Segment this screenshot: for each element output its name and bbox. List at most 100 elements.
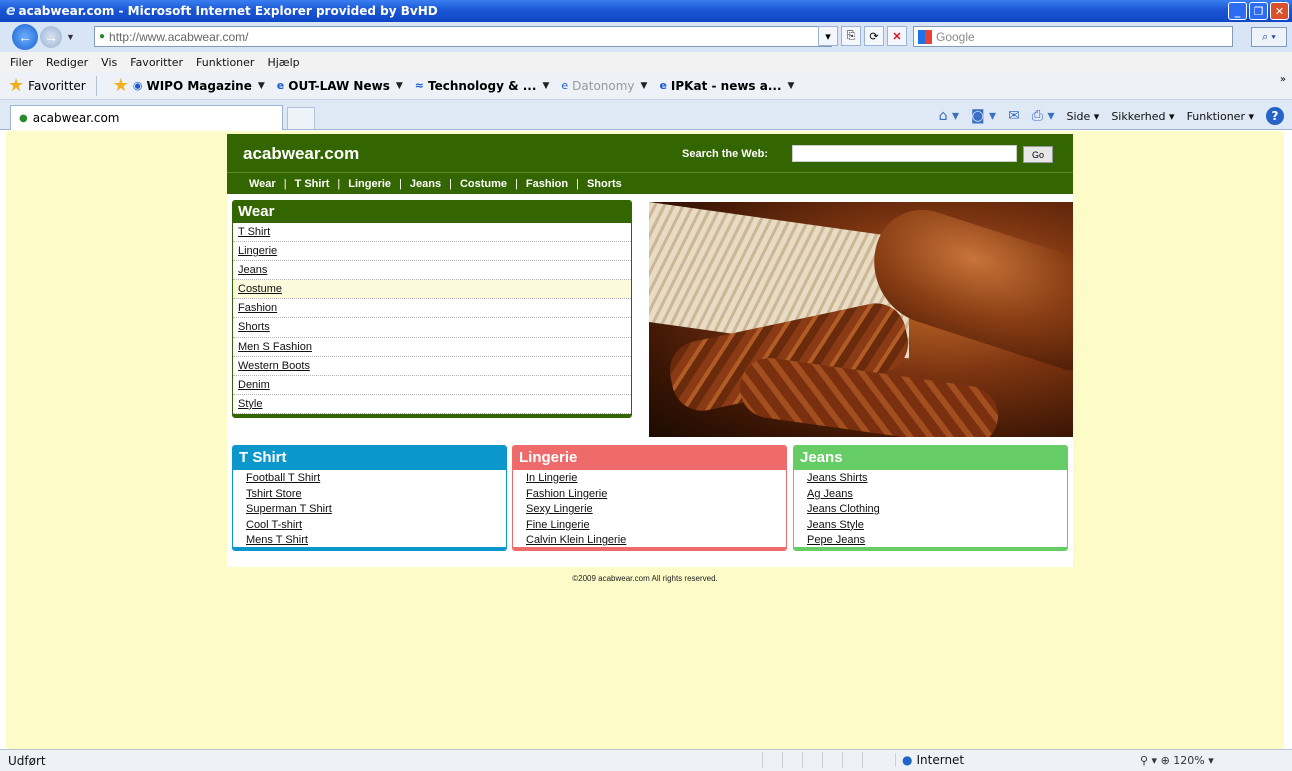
forward-button[interactable]: → bbox=[40, 26, 62, 48]
wear-link[interactable]: Western Boots bbox=[238, 360, 310, 372]
menu-tools[interactable]: Funktioner bbox=[196, 56, 254, 69]
chevron-more-icon[interactable]: » bbox=[1280, 74, 1286, 85]
list-item: Men S Fashion bbox=[233, 338, 631, 357]
mail-icon[interactable]: ✉ bbox=[1008, 108, 1020, 124]
lingerie-link[interactable]: Calvin Klein Lingerie bbox=[526, 534, 626, 546]
nav-lingerie[interactable]: Lingerie bbox=[348, 178, 391, 190]
jeans-link[interactable]: Jeans Clothing bbox=[807, 503, 880, 515]
protected-mode-icon[interactable]: ⚲ ▾ bbox=[1140, 754, 1157, 767]
help-icon[interactable]: ? bbox=[1266, 107, 1284, 125]
wear-link[interactable]: Jeans bbox=[238, 264, 267, 276]
list-item: Ag Jeans bbox=[807, 488, 1067, 504]
jeans-link[interactable]: Jeans Style bbox=[807, 519, 864, 531]
list-item: Fine Lingerie bbox=[526, 519, 786, 535]
security-zone[interactable]: ● Internet bbox=[895, 753, 964, 767]
minimize-icon[interactable]: _ bbox=[1228, 2, 1247, 20]
tab-acabwear[interactable]: ● acabwear.com bbox=[10, 105, 283, 130]
home-icon[interactable]: ⌂ ▾ bbox=[939, 108, 959, 124]
menu-file[interactable]: Filer bbox=[10, 56, 33, 69]
favorite-link[interactable]: e Datonomy ▼ bbox=[561, 79, 647, 93]
lingerie-link[interactable]: Sexy Lingerie bbox=[526, 503, 593, 515]
close-icon[interactable]: ✕ bbox=[1270, 2, 1289, 20]
command-bar: ⌂ ▾ ◙ ▾ ✉ ⎙ ▾ Side ▾ Sikkerhed ▾ Funktio… bbox=[939, 107, 1284, 125]
new-tab-button[interactable] bbox=[287, 107, 315, 129]
nav-jeans[interactable]: Jeans bbox=[410, 178, 441, 190]
zoom-control[interactable]: ⚲ ▾ ⊕ 120% ▾ bbox=[1140, 754, 1214, 767]
menu-edit[interactable]: Rediger bbox=[46, 56, 88, 69]
favorites-button[interactable]: Favoritter bbox=[28, 79, 86, 93]
list-item: Tshirt Store bbox=[246, 488, 506, 504]
nav-costume[interactable]: Costume bbox=[460, 178, 507, 190]
tshirt-link[interactable]: Cool T-shirt bbox=[246, 519, 302, 531]
dropdown-arrow-icon[interactable]: ▼ bbox=[542, 81, 549, 91]
favorite-link[interactable]: ◉ WIPO Magazine ▼ bbox=[133, 79, 265, 93]
nav-shorts[interactable]: Shorts bbox=[587, 178, 622, 190]
print-icon[interactable]: ⎙ ▾ bbox=[1032, 108, 1055, 124]
web-search-input[interactable] bbox=[792, 145, 1017, 162]
menu-help[interactable]: Hjælp bbox=[267, 56, 299, 69]
history-dropdown-icon[interactable]: ▼ bbox=[66, 32, 75, 42]
wear-link[interactable]: Men S Fashion bbox=[238, 341, 312, 353]
compatibility-icon[interactable]: ⎘ bbox=[841, 26, 861, 46]
list-item: Fashion bbox=[233, 299, 631, 319]
restore-icon[interactable]: ❐ bbox=[1249, 2, 1268, 20]
favorite-link[interactable]: ≈ Technology & ... ▼ bbox=[415, 79, 550, 93]
jeans-list: Jeans Shirts Ag Jeans Jeans Clothing Jea… bbox=[794, 470, 1067, 550]
nav-separator: | bbox=[399, 177, 402, 190]
nav-fashion[interactable]: Fashion bbox=[526, 178, 568, 190]
favorites-separator bbox=[95, 75, 97, 96]
search-box[interactable]: Google bbox=[913, 26, 1233, 47]
tools-menu-label: Funktioner bbox=[1186, 109, 1245, 123]
feeds-icon[interactable]: ◙ ▾ bbox=[971, 108, 996, 124]
favorite-link[interactable]: e IPKat - news a... ▼ bbox=[659, 79, 794, 93]
back-button[interactable]: ← bbox=[12, 24, 38, 50]
menu-favorites[interactable]: Favoritter bbox=[130, 56, 183, 69]
favorite-link[interactable]: e OUT-LAW News ▼ bbox=[277, 79, 403, 93]
tshirt-link[interactable]: Mens T Shirt bbox=[246, 534, 308, 546]
refresh-icon[interactable]: ⟳ bbox=[864, 26, 884, 46]
favorites-star-icon[interactable]: ★ bbox=[8, 75, 24, 96]
safety-menu[interactable]: Sikkerhed ▾ bbox=[1111, 110, 1174, 123]
jeans-link[interactable]: Jeans Shirts bbox=[807, 472, 868, 484]
tshirt-link[interactable]: Superman T Shirt bbox=[246, 503, 332, 515]
wear-link[interactable]: Costume bbox=[238, 283, 282, 295]
tshirt-link[interactable]: Football T Shirt bbox=[246, 472, 320, 484]
page-viewport[interactable]: acabwear.com Search the Web: Go Wear | T … bbox=[6, 131, 1284, 749]
wear-link[interactable]: T Shirt bbox=[238, 226, 270, 238]
tshirt-box: T Shirt Football T Shirt Tshirt Store Su… bbox=[232, 445, 507, 551]
lingerie-link[interactable]: Fashion Lingerie bbox=[526, 488, 607, 500]
copyright-text: ©2009 acabwear.com All rights reserved. bbox=[572, 574, 718, 583]
dropdown-arrow-icon[interactable]: ▼ bbox=[788, 81, 795, 91]
tools-menu[interactable]: Funktioner ▾ bbox=[1187, 110, 1254, 123]
jeans-link[interactable]: Pepe Jeans bbox=[807, 534, 865, 546]
menu-view[interactable]: Vis bbox=[101, 56, 117, 69]
status-cell bbox=[822, 752, 842, 768]
site-logo[interactable]: acabwear.com bbox=[243, 144, 359, 164]
lingerie-link[interactable]: Fine Lingerie bbox=[526, 519, 590, 531]
dropdown-arrow-icon[interactable]: ▼ bbox=[258, 81, 265, 91]
wear-link[interactable]: Shorts bbox=[238, 321, 270, 333]
page-menu[interactable]: Side ▾ bbox=[1066, 110, 1099, 123]
jeans-box-title: Jeans bbox=[794, 446, 1067, 470]
nav-separator: | bbox=[449, 177, 452, 190]
wear-link[interactable]: Fashion bbox=[238, 302, 277, 314]
dropdown-arrow-icon[interactable]: ▼ bbox=[396, 81, 403, 91]
search-button[interactable]: ⌕ ▾ bbox=[1251, 27, 1287, 47]
add-favorite-icon[interactable]: ★ bbox=[113, 75, 129, 96]
address-dropdown-icon[interactable]: ▾ bbox=[818, 26, 838, 46]
wear-link[interactable]: Denim bbox=[238, 379, 270, 391]
dropdown-arrow-icon[interactable]: ▼ bbox=[641, 81, 648, 91]
wear-link[interactable]: Style bbox=[238, 398, 262, 410]
nav-wear[interactable]: Wear bbox=[249, 178, 276, 190]
wear-list: T Shirt Lingerie Jeans Costume Fashion S… bbox=[233, 223, 631, 414]
wear-link[interactable]: Lingerie bbox=[238, 245, 277, 257]
nav-tshirt[interactable]: T Shirt bbox=[295, 178, 330, 190]
stop-icon[interactable]: ✕ bbox=[887, 26, 907, 46]
lingerie-link[interactable]: In Lingerie bbox=[526, 472, 577, 484]
jeans-link[interactable]: Ag Jeans bbox=[807, 488, 853, 500]
address-tools: ▾ ⎘ ⟳ ✕ bbox=[818, 26, 907, 46]
tshirt-link[interactable]: Tshirt Store bbox=[246, 488, 302, 500]
address-bar[interactable]: ● http://www.acabwear.com/ bbox=[94, 26, 832, 47]
list-item: Costume bbox=[233, 280, 631, 300]
web-search-go-button[interactable]: Go bbox=[1023, 146, 1053, 163]
